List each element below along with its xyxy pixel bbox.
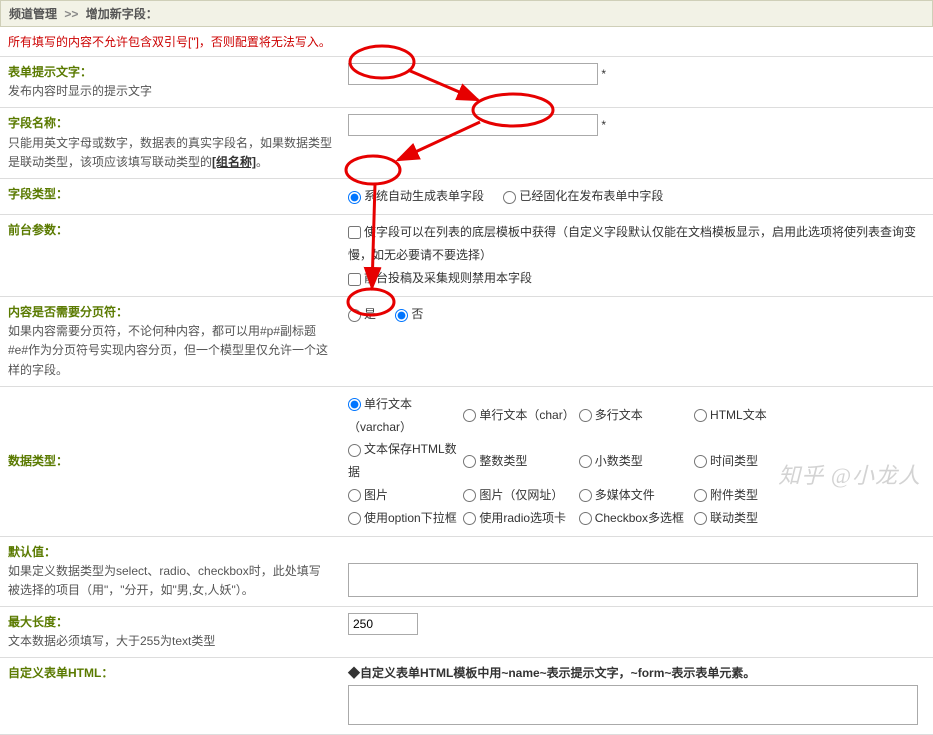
defaultval-textarea[interactable]: [348, 563, 918, 597]
fieldtype-title: 字段类型：: [8, 187, 68, 201]
datatype-opt-linkage[interactable]: 联动类型: [694, 507, 806, 530]
defaultval-desc: 如果定义数据类型为select、radio、checkbox时，此处填写被选择的…: [8, 562, 332, 600]
row-maxlen: 最大长度： 文本数据必须填写，大于255为text类型: [0, 607, 933, 658]
frontparam-title: 前台参数：: [8, 223, 68, 237]
row-customhtml: 自定义表单HTML： ◆自定义表单HTML模板中用~name~表示提示文字，~f…: [0, 658, 933, 735]
maxlen-title: 最大长度：: [8, 613, 332, 632]
groupname-link[interactable]: [组名称]: [212, 155, 256, 169]
row-pagebreak: 内容是否需要分页符： 如果内容需要分页符，不论何种内容，都可以用#p#副标题#e…: [0, 296, 933, 386]
breadcrumb: 频道管理 >> 增加新字段：: [0, 0, 933, 27]
pagebreak-desc: 如果内容需要分页符，不论何种内容，都可以用#p#副标题#e#作为分页符号实现内容…: [8, 322, 332, 380]
prompt-desc: 发布内容时显示的提示文字: [8, 82, 332, 101]
pagebreak-no[interactable]: 否: [395, 303, 423, 326]
pagebreak-yes[interactable]: 是: [348, 303, 376, 326]
prompt-title: 表单提示文字：: [8, 63, 332, 82]
maxlen-desc: 文本数据必须填写，大于255为text类型: [8, 632, 332, 651]
row-defaultval: 默认值： 如果定义数据类型为select、radio、checkbox时，此处填…: [0, 536, 933, 607]
datatype-title: 数据类型：: [8, 454, 68, 468]
fieldname-desc: 只能用英文字母或数字，数据表的真实字段名，如果数据类型是联动类型，该项应该填写联…: [8, 134, 332, 172]
warning-text: 所有填写的内容不允许包含双引号["]，否则配置将无法写入。: [0, 27, 933, 57]
frontparam-chk-disable[interactable]: 前台投稿及采集规则禁用本字段: [348, 267, 532, 290]
datatype-opt-texthtml[interactable]: 文本保存HTML数据: [348, 438, 460, 484]
datatype-opt-checkbox[interactable]: Checkbox多选框: [579, 507, 691, 530]
customhtml-title: 自定义表单HTML：: [8, 666, 113, 680]
fieldtype-opt-fixed[interactable]: 已经固化在发布表单中字段: [503, 185, 663, 208]
fieldname-title: 字段名称：: [8, 114, 332, 133]
pagebreak-title: 内容是否需要分页符：: [8, 303, 332, 322]
row-frontparam: 前台参数： 使字段可以在列表的底层模板中获得（自定义字段默认仅能在文档模板显示，…: [0, 215, 933, 297]
prompt-input[interactable]: [348, 63, 598, 85]
datatype-opt-int[interactable]: 整数类型: [463, 450, 575, 473]
customhtml-note: ◆自定义表单HTML模板中用~name~表示提示文字，~form~表示表单元素。: [348, 664, 925, 681]
watermark: 知乎 @小龙人: [778, 458, 921, 490]
datatype-opt-media[interactable]: 多媒体文件: [579, 484, 691, 507]
breadcrumb-a: 频道管理: [9, 7, 57, 21]
maxlen-input[interactable]: [348, 613, 418, 635]
datatype-opt-float[interactable]: 小数类型: [579, 450, 691, 473]
datatype-opt-char[interactable]: 单行文本（char）: [463, 404, 575, 427]
prompt-star: *: [601, 67, 606, 81]
fieldname-star: *: [601, 118, 606, 132]
fieldname-input[interactable]: [348, 114, 598, 136]
customhtml-textarea[interactable]: [348, 685, 918, 725]
form-table: 表单提示文字： 发布内容时显示的提示文字 * 字段名称： 只能用英文字母或数字，…: [0, 57, 933, 735]
frontparam-chk-list[interactable]: 使字段可以在列表的底层模板中获得（自定义字段默认仅能在文档模板显示，启用此选项将…: [348, 221, 919, 267]
breadcrumb-b: 增加新字段：: [86, 7, 158, 21]
datatype-opt-multitext[interactable]: 多行文本: [579, 404, 691, 427]
defaultval-title: 默认值：: [8, 543, 332, 562]
row-fieldtype: 字段类型： 系统自动生成表单字段 已经固化在发布表单中字段: [0, 178, 933, 214]
row-fieldname: 字段名称： 只能用英文字母或数字，数据表的真实字段名，如果数据类型是联动类型，该…: [0, 108, 933, 179]
datatype-opt-option[interactable]: 使用option下拉框: [348, 507, 460, 530]
fieldtype-opt-auto[interactable]: 系统自动生成表单字段: [348, 185, 484, 208]
datatype-opt-imageurl[interactable]: 图片（仅网址）: [463, 484, 575, 507]
datatype-opt-radio[interactable]: 使用radio选项卡: [463, 507, 575, 530]
datatype-opt-image[interactable]: 图片: [348, 484, 460, 507]
row-prompt: 表单提示文字： 发布内容时显示的提示文字 *: [0, 57, 933, 108]
datatype-opt-htmltext[interactable]: HTML文本: [694, 404, 806, 427]
breadcrumb-sep: >>: [64, 7, 78, 21]
datatype-opt-varchar[interactable]: 单行文本（varchar）: [348, 393, 460, 439]
